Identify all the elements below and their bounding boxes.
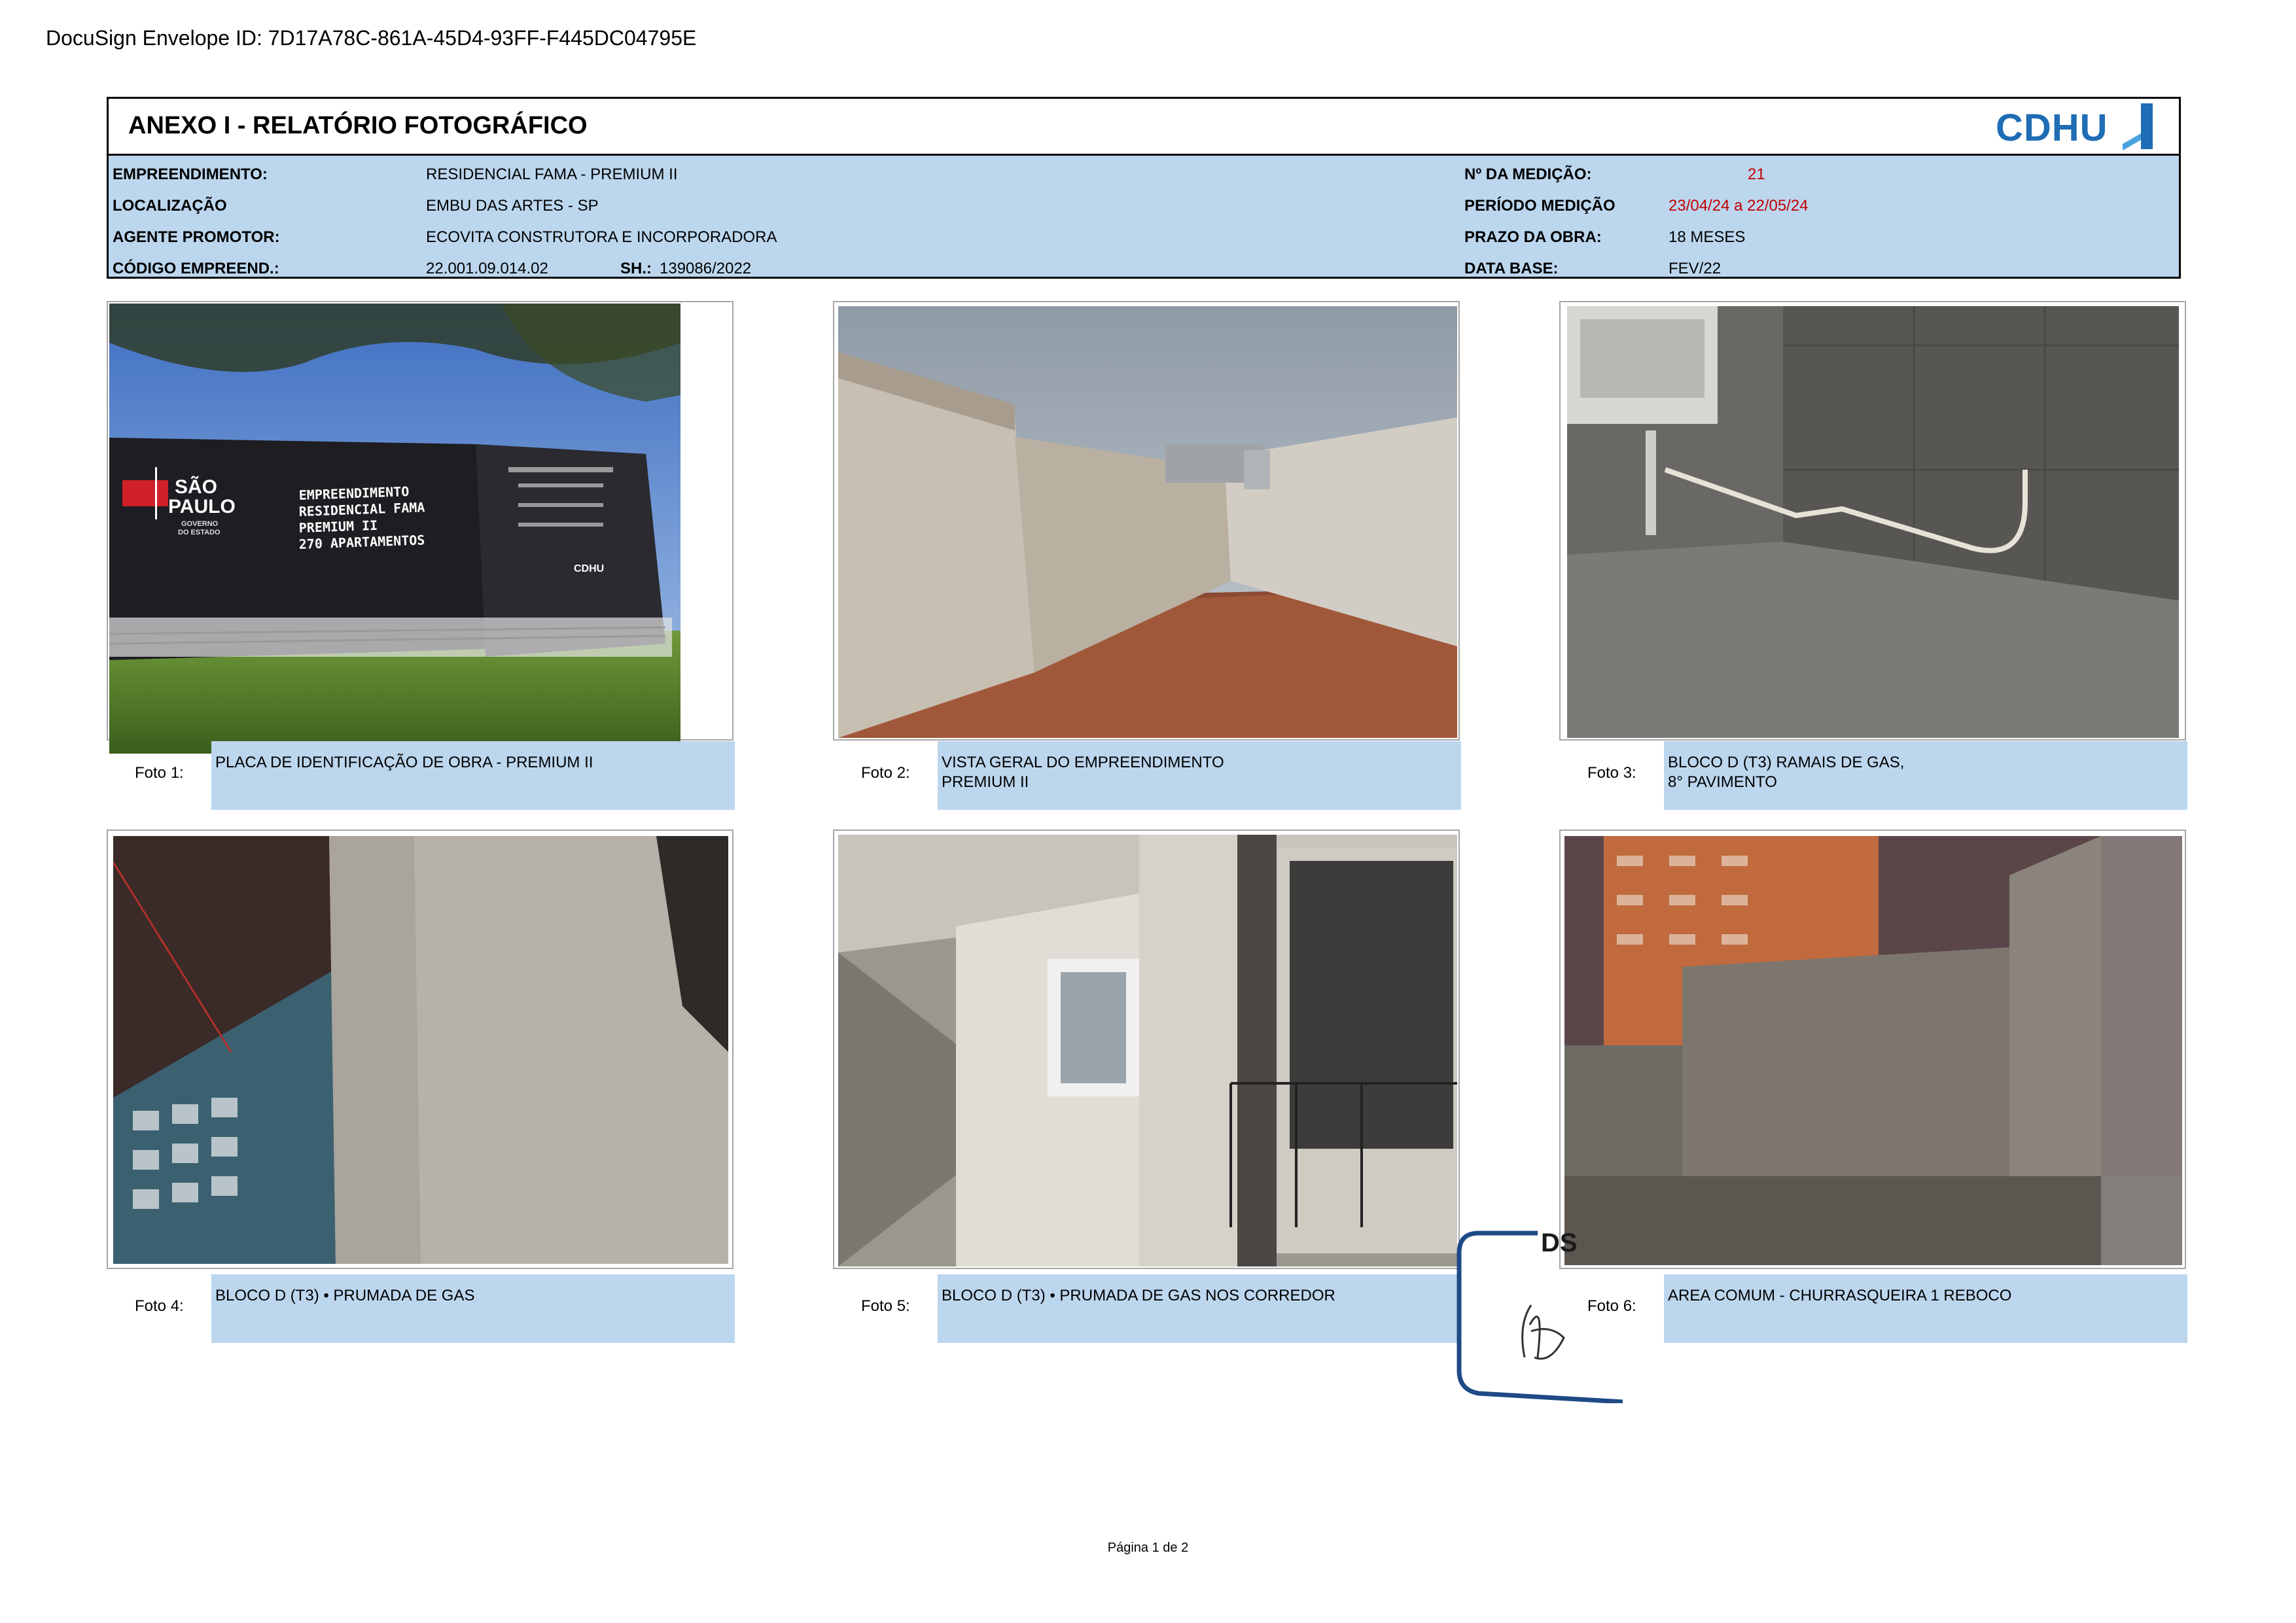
barbecue-area-photo-illustration — [1564, 836, 2182, 1265]
header-row-2: LOCALIZAÇÃO EMBU DAS ARTES - SP PERÍODO … — [109, 189, 2179, 220]
signature-initials — [1521, 1304, 1565, 1360]
header-row-3: AGENTE PROMOTOR: ECOVITA CONSTRUTORA E I… — [109, 220, 2179, 252]
sign-brand-line2: PAULO — [168, 496, 236, 517]
sign-brand-line4: DO ESTADO — [178, 529, 221, 536]
photo-2-caption-line2: PREMIUM II — [942, 773, 1029, 791]
page-footer: Página 1 de 2 — [1107, 1541, 1189, 1555]
photo-3-image — [1567, 306, 2179, 738]
sign-side-logo: CDHU — [574, 563, 604, 574]
photo-card-3 — [1559, 301, 2186, 741]
localizacao-label: LOCALIZAÇÃO — [113, 197, 227, 215]
gas-riser-photo-illustration — [113, 836, 728, 1264]
photo-card-6 — [1559, 829, 2186, 1269]
medicao-label: Nº DA MEDIÇÃO: — [1464, 166, 1592, 183]
photo-3-number: Foto 3: — [1587, 764, 1636, 782]
photo-1-number: Foto 1: — [135, 764, 184, 782]
cdhu-logo-text: CDHU — [1996, 107, 2108, 149]
docusign-bracket-graphic: DS — [1457, 1229, 1623, 1405]
cdhu-logo-bar — [2141, 103, 2153, 149]
empreendimento-value: RESIDENCIAL FAMA - PREMIUM II — [426, 166, 678, 183]
header-title-bar: ANEXO I - RELATÓRIO FOTOGRÁFICO CDHU — [109, 99, 2179, 156]
photo-5-caption: BLOCO D (T3) • PRUMADA DE GAS NOS CORRED… — [938, 1274, 1461, 1343]
photo-2-image — [838, 306, 1457, 738]
photo-1-caption: PLACA DE IDENTIFICAÇÃO DE OBRA - PREMIUM… — [211, 741, 735, 810]
prazo-value: 18 MESES — [1669, 228, 1746, 246]
medicao-value: 21 — [1748, 166, 1765, 183]
docusign-envelope-id: DocuSign Envelope ID: 7D17A78C-861A-45D4… — [46, 26, 697, 50]
sh-label: SH.: — [620, 260, 652, 277]
sign-photo-illustration: SÃO PAULO GOVERNO DO ESTADO EMPREENDIMEN… — [109, 304, 680, 754]
codigo-value: 22.001.09.014.02 — [426, 260, 548, 277]
sign-brand-line1: SÃO — [175, 476, 217, 498]
sign-brand-line3: GOVERNO — [181, 520, 219, 528]
photo-3-caption-line2: 8° PAVIMENTO — [1668, 773, 1777, 791]
periodo-label: PERÍODO MEDIÇÃO — [1464, 197, 1616, 215]
report-title: ANEXO I - RELATÓRIO FOTOGRÁFICO — [128, 112, 588, 139]
header-row-4: CÓDIGO EMPREEND.: 22.001.09.014.02 SH.: … — [109, 252, 2179, 283]
header-row-1: EMPREENDIMENTO: RESIDENCIAL FAMA - PREMI… — [109, 158, 2179, 189]
sign-text-3: PREMIUM II — [298, 517, 378, 536]
docusign-signature-tag: DS — [1453, 1227, 1623, 1405]
codigo-label: CÓDIGO EMPREEND.: — [113, 260, 279, 277]
photo-4-number: Foto 4: — [135, 1297, 184, 1315]
corridor-photo-illustration — [838, 835, 1457, 1266]
agente-label: AGENTE PROMOTOR: — [113, 228, 280, 246]
cdhu-logo: CDHU — [1996, 102, 2153, 154]
photo-2-caption: VISTA GERAL DO EMPREENDIMENTO PREMIUM II — [938, 741, 1461, 810]
photo-5-number: Foto 5: — [861, 1297, 910, 1315]
empreendimento-label: EMPREENDIMENTO: — [113, 166, 268, 183]
photo-card-5 — [833, 829, 1460, 1269]
photo-1-image: SÃO PAULO GOVERNO DO ESTADO EMPREENDIMEN… — [109, 304, 680, 754]
photo-5-image — [838, 835, 1457, 1266]
database-label: DATA BASE: — [1464, 260, 1559, 277]
database-value: FEV/22 — [1669, 260, 1722, 277]
sh-value: 139086/2022 — [660, 260, 752, 277]
gas-pipes-photo-illustration — [1567, 306, 2179, 738]
overview-photo-illustration — [838, 306, 1457, 738]
photo-4-image — [113, 836, 728, 1264]
photo-1-caption-line1: PLACA DE IDENTIFICAÇÃO DE OBRA - PREMIUM… — [215, 754, 593, 771]
photo-5-caption-line1: BLOCO D (T3) • PRUMADA DE GAS NOS CORRED… — [942, 1287, 1335, 1304]
periodo-value: 23/04/24 a 22/05/24 — [1669, 197, 1809, 215]
photo-6-image — [1564, 836, 2182, 1265]
photo-card-2 — [833, 301, 1460, 741]
prazo-label: PRAZO DA OBRA: — [1464, 228, 1602, 246]
photo-3-caption: BLOCO D (T3) RAMAIS DE GAS, 8° PAVIMENTO — [1664, 741, 2187, 810]
localizacao-value: EMBU DAS ARTES - SP — [426, 197, 599, 215]
report-header: ANEXO I - RELATÓRIO FOTOGRÁFICO CDHU EMP… — [107, 97, 2181, 279]
cdhu-logo-stripe — [2123, 133, 2141, 151]
photo-6-caption-line1: AREA COMUM - CHURRASQUEIRA 1 REBOCO — [1668, 1287, 2012, 1304]
photo-card-4 — [107, 829, 733, 1269]
photo-6-caption: AREA COMUM - CHURRASQUEIRA 1 REBOCO — [1664, 1274, 2187, 1343]
docusign-badge-label: DS — [1541, 1229, 1578, 1257]
agente-value: ECOVITA CONSTRUTORA E INCORPORADORA — [426, 228, 777, 246]
photo-4-caption-line1: BLOCO D (T3) • PRUMADA DE GAS — [215, 1287, 475, 1304]
photo-2-caption-line1: VISTA GERAL DO EMPREENDIMENTO — [942, 754, 1224, 771]
photo-2-number: Foto 2: — [861, 764, 910, 782]
photo-card-1: SÃO PAULO GOVERNO DO ESTADO EMPREENDIMEN… — [107, 301, 733, 754]
photo-3-caption-line1: BLOCO D (T3) RAMAIS DE GAS, — [1668, 754, 1905, 771]
photo-4-caption: BLOCO D (T3) • PRUMADA DE GAS — [211, 1274, 735, 1343]
